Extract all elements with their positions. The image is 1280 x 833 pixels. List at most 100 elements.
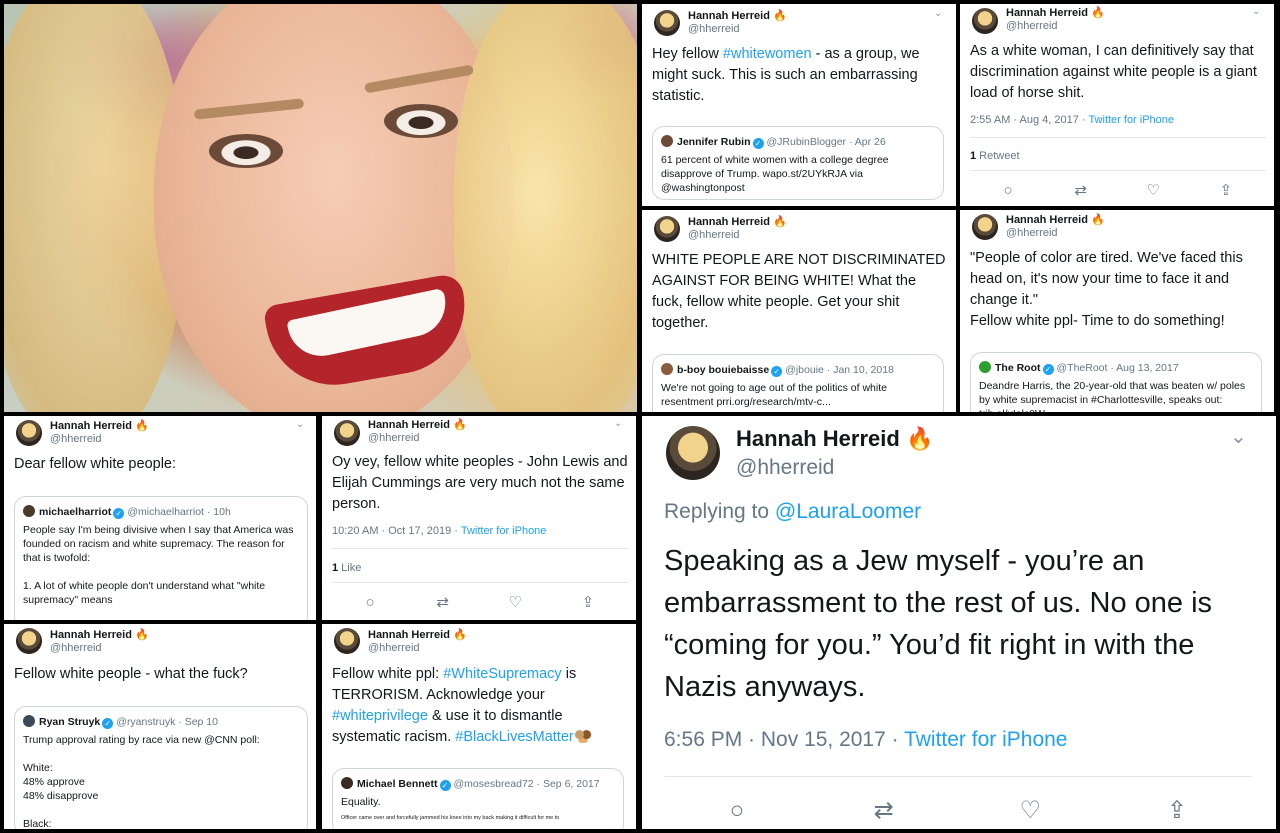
tweet-card-dear-fellow[interactable]: Hannah Herreid 🔥 @hherreid ⌄ Dear fellow… — [4, 416, 316, 620]
user-name[interactable]: Hannah Herreid 🔥 — [736, 426, 933, 452]
retweet-count[interactable]: 1 Retweet — [970, 150, 1020, 162]
user-name[interactable]: Hannah Herreid 🔥 — [688, 9, 787, 22]
quote-author-name: b-boy bouiebaisse — [677, 364, 770, 376]
tweet-source-link[interactable]: Twitter for iPhone — [1088, 114, 1174, 126]
fire-icon: 🔥 — [772, 216, 787, 228]
profile-photo — [4, 4, 637, 412]
user-handle[interactable]: @hherreid — [1006, 227, 1058, 239]
verified-badge-icon: ✓ — [1042, 364, 1054, 375]
chevron-down-icon[interactable]: ⌄ — [296, 419, 304, 430]
user-name[interactable]: Hannah Herreid 🔥 — [688, 215, 787, 228]
reply-icon[interactable]: ○ — [722, 796, 752, 826]
heart-icon[interactable]: ♡ — [505, 593, 525, 613]
quote-avatar — [979, 361, 991, 373]
reply-icon[interactable]: ○ — [360, 593, 380, 613]
quote-text: Trump approval rating by race via new @C… — [23, 734, 260, 829]
fire-icon: 🔥 — [772, 10, 787, 22]
tweet-card-discrimination[interactable]: Hannah Herreid 🔥 @hherreid ⌄ As a white … — [960, 4, 1274, 206]
avatar[interactable] — [16, 420, 42, 446]
reply-icon[interactable]: ○ — [998, 181, 1018, 201]
avatar[interactable] — [334, 420, 360, 446]
tweet-card-white-supremacy[interactable]: Hannah Herreid 🔥 @hherreid Fellow white … — [322, 624, 636, 829]
avatar[interactable] — [654, 216, 680, 242]
verified-badge-icon: ✓ — [102, 718, 114, 729]
user-name[interactable]: Hannah Herreid 🔥 — [50, 628, 149, 641]
tweet-actions: ○ ⇄ ♡ ⇪ — [360, 593, 598, 613]
tweet-text: Hey fellow #whitewomen - as a group, we … — [652, 44, 948, 107]
hashtag-link[interactable]: #whiteprivilege — [332, 708, 428, 724]
user-name-text: Hannah Herreid — [1006, 214, 1088, 226]
quoted-tweet[interactable]: b-boy bouiebaisse ✓ @jbouie · Jan 10, 2018… — [652, 354, 944, 412]
chevron-down-icon[interactable]: ⌄ — [934, 8, 942, 19]
tweet-text: Dear fellow white people: — [14, 456, 177, 472]
quoted-tweet[interactable]: Michael Bennett ✓ @mosesbread72 · Sep 6, 2… — [332, 768, 624, 829]
hashtag-link[interactable]: #WhiteSupremacy — [443, 666, 561, 682]
avatar[interactable] — [654, 10, 680, 36]
share-icon[interactable]: ⇪ — [1216, 181, 1236, 201]
quoted-tweet[interactable]: Ryan Struyk ✓ @ryanstruyk · Sep 10 Trump a… — [14, 706, 308, 829]
user-handle[interactable]: @hherreid — [50, 433, 102, 445]
tweet-text: Fellow white ppl: #WhiteSupremacy is TER… — [332, 664, 630, 748]
chevron-down-icon[interactable]: ⌄ — [614, 418, 622, 429]
user-handle[interactable]: @hherreid — [1006, 20, 1058, 32]
replying-to-link[interactable]: @LauraLoomer — [775, 500, 921, 523]
retweet-icon[interactable]: ⇄ — [1071, 181, 1091, 201]
heart-icon[interactable]: ♡ — [1015, 796, 1045, 826]
raised-fists-icon — [573, 729, 592, 743]
like-count[interactable]: 1 Like — [332, 562, 361, 574]
share-icon[interactable]: ⇪ — [1162, 796, 1192, 826]
user-handle[interactable]: @hherreid — [736, 456, 834, 480]
quote-author-name: The Root — [995, 362, 1041, 374]
replying-to-label: Replying to — [664, 500, 775, 523]
user-name[interactable]: Hannah Herreid 🔥 — [368, 418, 467, 431]
retweet-icon[interactable]: ⇄ — [869, 796, 899, 826]
user-name[interactable]: Hannah Herreid 🔥 — [1006, 213, 1105, 226]
user-handle[interactable]: @hherreid — [688, 229, 740, 241]
avatar[interactable] — [334, 628, 360, 654]
share-icon[interactable]: ⇪ — [578, 593, 598, 613]
quoted-tweet[interactable]: The Root ✓ @TheRoot · Aug 13, 2017 Deandre… — [970, 352, 1262, 412]
avatar[interactable] — [16, 628, 42, 654]
user-handle[interactable]: @hherreid — [368, 432, 420, 444]
tweet-source-link[interactable]: Twitter for iPhone — [461, 525, 547, 537]
tweet-text-part: Hey fellow — [652, 46, 723, 62]
quoted-tweet[interactable]: Jennifer Rubin ✓ @JRubinBlogger · Apr 26 6… — [652, 126, 944, 200]
tweet-card-people-of-color[interactable]: Hannah Herreid 🔥 @hherreid "People of co… — [960, 210, 1274, 412]
tweet-card-whitewomen[interactable]: Hannah Herreid 🔥 @hherreid ⌄ Hey fellow … — [642, 4, 956, 206]
avatar[interactable] — [666, 426, 720, 480]
user-name-text: Hannah Herreid — [736, 426, 900, 451]
hashtag-link[interactable]: #whitewomen — [723, 46, 812, 62]
avatar[interactable] — [972, 214, 998, 240]
tweet-card-oy-vey[interactable]: Hannah Herreid 🔥 @hherreid ⌄ Oy vey, fel… — [322, 416, 636, 620]
quote-text: Deandre Harris, the 20-year-old that was… — [979, 380, 1246, 412]
quote-meta: @jbouie · Jan 10, 2018 — [785, 364, 894, 376]
tweet-card-jew-myself[interactable]: Hannah Herreid 🔥 @hherreid ⌄ Replying to… — [642, 416, 1276, 829]
tweet-text: "People of color are tired. We've faced … — [970, 250, 1243, 329]
quote-meta: @JRubinBlogger · Apr 26 — [766, 136, 886, 148]
chevron-down-icon[interactable]: ⌄ — [1252, 6, 1260, 17]
chevron-down-icon[interactable]: ⌄ — [1230, 424, 1247, 449]
hashtag-link[interactable]: #BlackLivesMatter — [455, 729, 573, 745]
fire-icon: 🔥 — [1090, 214, 1105, 226]
user-name[interactable]: Hannah Herreid 🔥 — [1006, 6, 1105, 19]
avatar[interactable] — [972, 8, 998, 34]
verified-badge-icon: ✓ — [752, 138, 764, 149]
user-name-text: Hannah Herreid — [50, 629, 132, 641]
tweet-card-not-discriminated[interactable]: Hannah Herreid 🔥 @hherreid WHITE PEOPLE … — [642, 210, 956, 412]
retweet-icon[interactable]: ⇄ — [433, 593, 453, 613]
tweet-source-link[interactable]: Twitter for iPhone — [904, 728, 1067, 751]
hair-right — [454, 4, 637, 412]
heart-icon[interactable]: ♡ — [1143, 181, 1163, 201]
quote-text: Equality. — [341, 796, 381, 808]
user-handle[interactable]: @hherreid — [688, 23, 740, 35]
tweet-text: As a white woman, I can definitively say… — [970, 43, 1257, 101]
user-name[interactable]: Hannah Herreid 🔥 — [368, 628, 467, 641]
tweet-time: 6:56 PM · Nov 15, 2017 · — [664, 728, 905, 751]
quote-avatar — [23, 715, 35, 727]
fire-icon: 🔥 — [1090, 7, 1105, 19]
user-handle[interactable]: @hherreid — [368, 642, 420, 654]
tweet-card-what-the[interactable]: Hannah Herreid 🔥 @hherreid Fellow white … — [4, 624, 316, 829]
user-handle[interactable]: @hherreid — [50, 642, 102, 654]
quoted-tweet[interactable]: michaelharriot ✓ @michaelharriot · 10h Peo… — [14, 496, 308, 620]
user-name[interactable]: Hannah Herreid 🔥 — [50, 419, 149, 432]
